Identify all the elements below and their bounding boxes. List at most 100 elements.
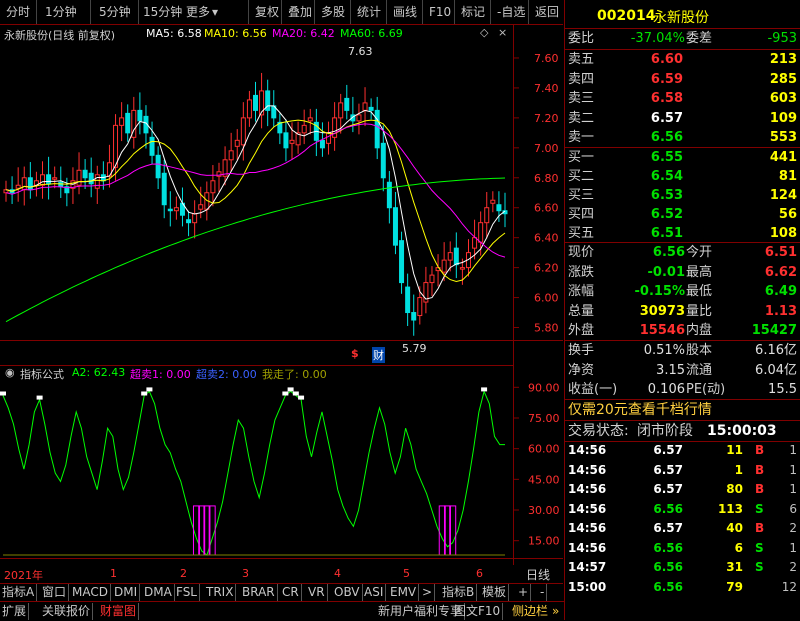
tab-fsl[interactable]: FSL [174,584,200,601]
period-15min[interactable]: 15分钟 [138,0,182,24]
multi-stock-button[interactable]: 多股 [314,0,345,24]
period-fenshi[interactable]: 分时 [6,0,30,24]
stat-label: 涨跌 [568,264,595,280]
tick-row[interactable]: 14:57 6.56 31 S 2 [565,559,800,576]
candle-body [392,207,398,246]
period-label[interactable]: 日线 [526,566,550,583]
tick-row[interactable]: 14:56 6.57 40 B 2 [565,520,800,537]
back-button[interactable]: 返回 [528,0,559,24]
sidebar-arrows-icon[interactable]: » [550,603,561,620]
buy-level-5[interactable]: 买五 6.51 108 [565,224,800,244]
indicator-name[interactable]: 指标公式 [20,366,64,382]
ma10-label: MA10: 6.56 [204,27,267,40]
tick-volume: 31 [726,560,743,574]
period-5min[interactable]: 5分钟 [90,0,131,24]
tick-row[interactable]: 14:56 6.56 6 S 1 [565,540,800,557]
close-icon[interactable]: × [498,26,507,39]
tick-row[interactable]: 15:00 6.56 79 12 [565,579,800,596]
tab-window[interactable]: 窗口 [40,584,70,601]
mark-button[interactable]: 标记 [454,0,485,24]
promo-banner[interactable]: 仅需20元查看千档行情 [565,400,800,420]
quote-panel: 002014 永新股份 委比 -37.04% 委差 -953 卖五 6.60 213… [564,0,800,620]
candle-body [76,169,82,186]
tabs-scroll-right[interactable]: > [420,584,436,601]
kline-chart-svg[interactable]: 7.60 7.40 7.20 7.00 6.80 6.60 6.40 6.20 6.00 5.80… [0,25,563,565]
tick-row[interactable]: 14:56 6.56 113 S 6 [565,501,800,518]
tab-extend[interactable]: 扩展 [0,603,30,620]
tab-vr[interactable]: VR [306,584,328,601]
level-volume: 603 [769,91,797,106]
indicator-tick-label: 60.00 [528,443,560,456]
buy-level-1[interactable]: 买一 6.55 441 [565,148,800,168]
level-price: 6.53 [650,188,683,203]
tick-count: 1 [789,462,797,477]
month-label-1: 1 [110,567,117,580]
tab-indicator-a[interactable]: 指标A [0,584,38,601]
tick-volume: 80 [726,482,743,496]
sell-level-3[interactable]: 卖三 6.58 603 [565,89,800,109]
stat-value: 15546 [639,323,685,338]
overbought-dot [146,387,153,392]
price-tick-label: 7.00 [534,142,559,155]
diamond-icon[interactable]: ◇ [480,26,488,39]
zoom-in-button[interactable]: + [516,584,532,601]
tab-asi[interactable]: ASI [362,584,387,601]
sell-level-2[interactable]: 卖二 6.57 109 [565,109,800,129]
tab-indicator-b[interactable]: 指标B [440,584,478,601]
indicator-lines [0,387,505,556]
buy-level-4[interactable]: 买四 6.52 56 [565,205,800,225]
tick-row[interactable]: 14:56 6.57 1 B 1 [565,462,800,479]
tab-trix[interactable]: TRIX [204,584,237,601]
buy-level-3[interactable]: 买三 6.53 124 [565,186,800,206]
remove-favorite-button[interactable]: -自选 [490,0,525,24]
price-tick-label: 7.20 [534,112,559,125]
candle-body [173,207,179,212]
tick-price: 6.57 [653,443,683,457]
stat-label: 量比 [686,303,713,319]
buy-level-2[interactable]: 买二 6.54 81 [565,167,800,187]
statistics-button[interactable]: 统计 [350,0,381,24]
dividend-marker[interactable]: $ [351,347,359,360]
candle-body [149,136,155,156]
tab-macd[interactable]: MACD [70,584,111,601]
candle-body [21,177,27,191]
overlay-button[interactable]: 叠加 [281,0,312,24]
tick-row[interactable]: 14:56 6.57 80 B 1 [565,481,800,498]
zoom-out-button[interactable]: - [538,584,548,601]
tab-dmi[interactable]: DMI [112,584,141,601]
sell-level-1[interactable]: 卖一 6.56 553 [565,128,800,148]
tab-related-quotes[interactable]: 关联报价 [40,603,94,620]
fin-value: 15.5 [768,382,797,397]
f10-button[interactable]: F10 [422,0,451,24]
overbought-dot [292,391,299,396]
fuquan-button[interactable]: 复权 [248,0,279,24]
indicator-settings-icon[interactable]: ◉ [5,366,15,379]
tab-emv[interactable]: EMV [388,584,420,601]
tab-template[interactable]: 模板 [480,584,510,601]
draw-line-button[interactable]: 画线 [386,0,417,24]
sell-level-5[interactable]: 卖五 6.60 213 [565,50,800,70]
stat-label: 现价 [568,245,595,260]
tab-dma[interactable]: DMA [142,584,175,601]
chevron-down-icon[interactable]: ▾ [212,0,218,24]
tab-obv[interactable]: OBV [332,584,363,601]
candle-body [40,174,46,186]
wozoule-label: 我走了: 0.00 [262,368,327,381]
tab-wealth-map[interactable]: 财富图 [98,603,140,620]
sell-level-4[interactable]: 卖四 6.59 285 [565,70,800,90]
tab-sidebar[interactable]: 侧边栏 [510,603,550,620]
period-1min[interactable]: 1分钟 [36,0,77,24]
fin-label: 股本 [686,343,713,358]
candle-body [374,109,380,149]
tab-cr[interactable]: CR [280,584,302,601]
candle-body [429,274,435,284]
candle-body [356,114,362,122]
tab-brar[interactable]: BRAR [240,584,278,601]
finance-report-marker[interactable]: 财 [372,347,385,363]
level-label: 卖二 [568,110,595,126]
tab-graphic-f10[interactable]: 图文F10 [452,603,504,620]
tick-row[interactable]: 14:56 6.57 11 B 1 [565,442,800,459]
kline-chart-area[interactable]: 7.60 7.40 7.20 7.00 6.80 6.60 6.40 6.20 6.00 5.80… [0,25,563,582]
period-more[interactable]: 更多 [186,0,210,24]
stock-name: 永新股份 [653,10,709,26]
